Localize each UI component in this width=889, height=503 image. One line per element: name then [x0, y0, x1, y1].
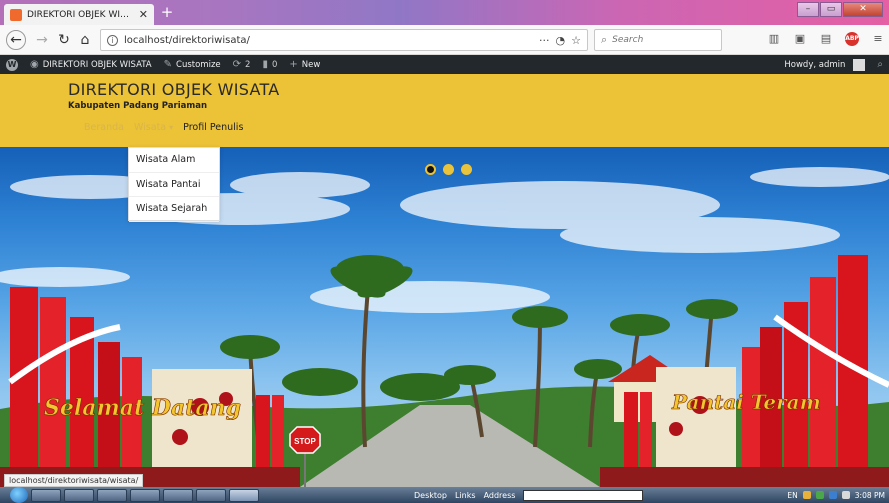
url-text[interactable]: localhost/direktoriwisata/	[124, 35, 533, 46]
taskbar-toolbars: Desktop Links Address	[414, 487, 644, 503]
updates-link[interactable]: ⟳ 2	[227, 55, 257, 74]
tab-title: DIREKTORI OBJEK WISATA – K	[27, 9, 134, 20]
avatar	[853, 58, 866, 71]
search-icon: ⌕	[877, 59, 883, 70]
close-window-button[interactable]: ✕	[843, 2, 883, 17]
browser-toolbar: ← → ↻ ⌂ i localhost/direktoriwisata/ ···…	[0, 25, 889, 55]
taskbar-app-notepad[interactable]	[163, 488, 193, 502]
info-icon[interactable]: i	[107, 34, 118, 46]
site-header: DIREKTORI OBJEK WISATA Kabupaten Padang …	[0, 74, 889, 147]
wordpress-logo-icon: W	[6, 58, 18, 71]
admin-site-name: DIREKTORI OBJEK WISATA	[42, 59, 152, 70]
taskbar-app-ie[interactable]	[31, 488, 61, 502]
customize-label: Customize	[176, 59, 221, 70]
reload-button[interactable]: ↻	[54, 30, 74, 50]
slider-dot-2[interactable]	[443, 164, 454, 175]
comments-count: 0	[271, 59, 278, 70]
menu-item-beranda[interactable]: Beranda	[84, 122, 124, 133]
address-toolbar-label: Address	[483, 490, 516, 500]
new-content-menu[interactable]: + New	[283, 55, 326, 74]
slider-pagination	[425, 164, 472, 175]
my-account-menu[interactable]: Howdy, admin	[778, 55, 871, 74]
taskbar-app-xampp[interactable]	[196, 488, 226, 502]
start-button[interactable]	[10, 487, 28, 503]
beach-sign-text: Pantai Teram	[671, 390, 821, 414]
address-bar[interactable]: i localhost/direktoriwisata/ ··· ◔ ☆	[100, 29, 588, 51]
site-tagline: Kabupaten Padang Pariaman	[68, 101, 207, 111]
dropdown-item-wisata-sejarah[interactable]: Wisata Sejarah	[129, 197, 219, 222]
dashboard-icon: ◉	[30, 59, 39, 70]
window-controls: – ▭ ✕	[797, 2, 883, 17]
minimize-button[interactable]: –	[797, 2, 819, 17]
new-label: New	[301, 59, 321, 70]
comment-bubble-icon: ▮	[262, 59, 268, 70]
comments-link[interactable]: ▮ 0	[256, 55, 283, 74]
admin-search-button[interactable]: ⌕	[871, 55, 889, 74]
dropdown-item-wisata-alam[interactable]: Wisata Alam	[129, 148, 219, 173]
wp-logo-menu[interactable]: W	[0, 55, 24, 74]
browser-tab[interactable]: DIREKTORI OBJEK WISATA – K ✕	[4, 4, 154, 25]
chevron-down-icon: ▾	[169, 123, 174, 132]
stop-sign-text: STOP	[294, 437, 316, 446]
adblock-icon[interactable]: ABP	[845, 32, 859, 46]
library-icon[interactable]: ▥	[767, 32, 781, 46]
search-input[interactable]	[612, 35, 708, 45]
tray-icon[interactable]	[815, 491, 824, 499]
menu-item-profil-penulis[interactable]: Profil Penulis	[183, 122, 243, 133]
windows-taskbar: Desktop Links Address EN 3:08 PM	[0, 487, 889, 503]
customize-link[interactable]: ✎ Customize	[158, 55, 227, 74]
clock[interactable]: 3:08 PM	[855, 491, 885, 500]
forward-button[interactable]: →	[32, 30, 52, 50]
taskbar-app-media[interactable]	[97, 488, 127, 502]
bookmark-star-icon[interactable]: ☆	[571, 34, 581, 47]
maximize-button[interactable]: ▭	[820, 2, 842, 17]
updates-icon: ⟳	[232, 59, 242, 70]
toolbar-icons: ▥ ▣ ▤ ABP ≡	[767, 32, 885, 46]
links-toolbar[interactable]: Links	[455, 491, 476, 500]
back-button[interactable]: ←	[6, 30, 26, 50]
dropdown-item-wisata-pantai[interactable]: Wisata Pantai	[129, 173, 219, 198]
howdy-greeting: Howdy, admin	[784, 59, 846, 70]
language-indicator[interactable]: EN	[787, 491, 797, 500]
plus-icon: +	[289, 59, 298, 70]
taskbar-app-chrome[interactable]	[130, 488, 160, 502]
new-tab-button[interactable]: +	[158, 3, 176, 21]
welcome-sign-text: Selamat Datang	[44, 395, 241, 421]
updates-count: 2	[245, 59, 251, 70]
slider-dot-1[interactable]	[425, 164, 436, 175]
notes-icon[interactable]: ▤	[819, 32, 833, 46]
slider-dot-3[interactable]	[461, 164, 472, 175]
taskbar-app-explorer[interactable]	[64, 488, 94, 502]
main-navigation: Beranda Wisata ▾ Profil Penulis	[84, 122, 243, 133]
wisata-dropdown-menu: Wisata Alam Wisata Pantai Wisata Sejarah	[128, 147, 220, 222]
sidebar-icon[interactable]: ▣	[793, 32, 807, 46]
site-favicon-icon	[10, 8, 22, 21]
desktop-toolbar[interactable]: Desktop	[414, 491, 447, 500]
menu-item-wisata-label: Wisata	[133, 122, 167, 133]
search-box[interactable]: ⌕	[594, 29, 722, 51]
volume-icon[interactable]	[841, 491, 850, 499]
close-tab-icon[interactable]: ✕	[139, 8, 148, 21]
link-status-bar: localhost/direktoriwisata/wisata/	[4, 474, 144, 487]
taskbar-app-firefox[interactable]	[229, 488, 259, 502]
pocket-icon[interactable]: ◔	[556, 34, 566, 47]
search-icon: ⌕	[601, 33, 608, 46]
tray-icon[interactable]	[828, 491, 837, 499]
wp-admin-bar: W ◉ DIREKTORI OBJEK WISATA ✎ Customize ⟳…	[0, 55, 889, 74]
system-tray: EN 3:08 PM	[787, 487, 885, 503]
site-name-menu[interactable]: ◉ DIREKTORI OBJEK WISATA	[24, 55, 158, 74]
menu-item-wisata[interactable]: Wisata ▾	[134, 122, 173, 133]
site-title[interactable]: DIREKTORI OBJEK WISATA	[68, 80, 280, 99]
browser-tab-strip: DIREKTORI OBJEK WISATA – K ✕ + – ▭ ✕	[0, 0, 889, 25]
home-button[interactable]: ⌂	[75, 30, 95, 50]
hamburger-menu-icon[interactable]: ≡	[871, 32, 885, 46]
tray-icon[interactable]	[802, 491, 811, 499]
brush-icon: ✎	[163, 59, 173, 70]
address-toolbar-input[interactable]	[523, 489, 644, 501]
page-actions-menu[interactable]: ···	[539, 34, 550, 47]
